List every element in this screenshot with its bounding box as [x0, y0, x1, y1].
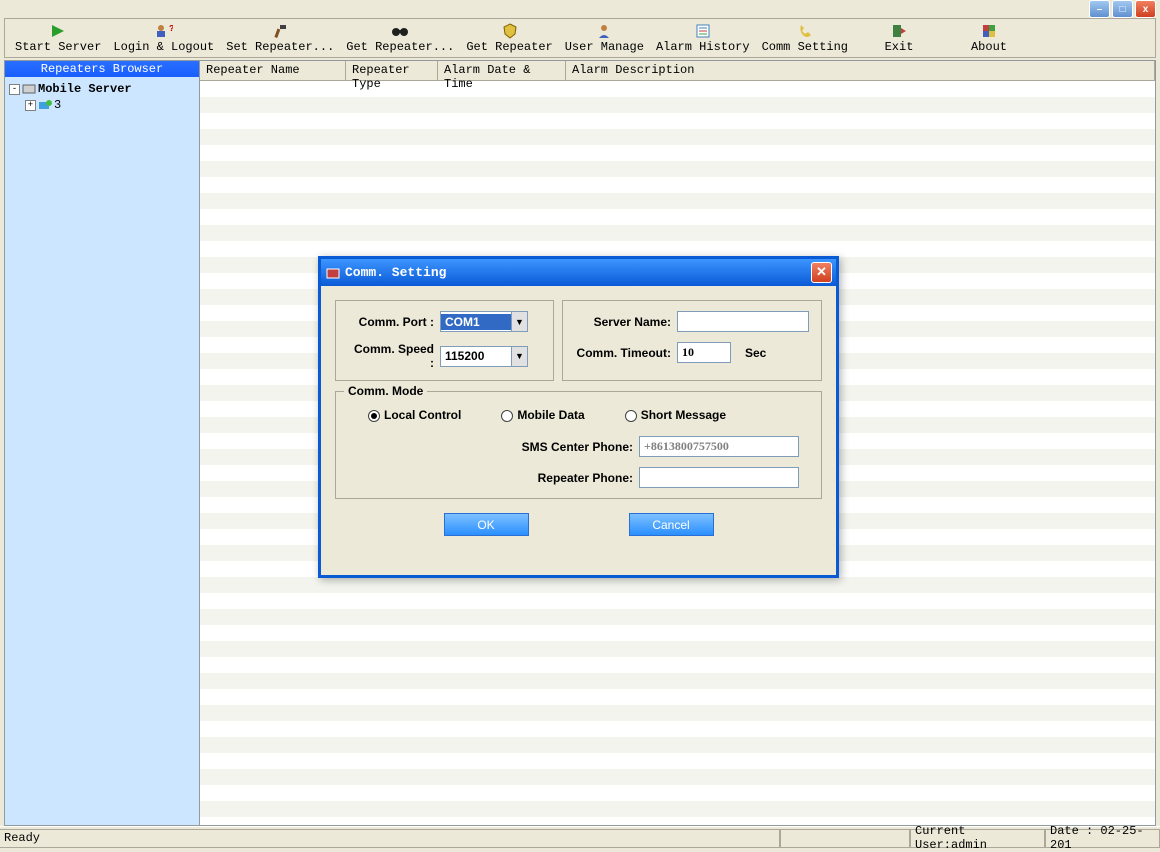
- get-repeater-button[interactable]: Get Repeater: [460, 19, 558, 57]
- svg-text:?: ?: [169, 24, 173, 34]
- login-logout-button[interactable]: ? Login & Logout: [107, 19, 220, 57]
- hammer-icon: [271, 22, 289, 40]
- shield-icon: [501, 22, 519, 40]
- col-alarm-description[interactable]: Alarm Description: [566, 61, 1155, 81]
- radio-icon: [625, 410, 637, 422]
- sec-label: Sec: [745, 346, 766, 360]
- tree-child-label: 3: [54, 98, 61, 112]
- dialog-title: Comm. Setting: [345, 265, 446, 280]
- tree-root[interactable]: - Mobile Server: [9, 81, 195, 97]
- status-ready: Ready: [0, 829, 780, 848]
- status-date: Date : 02-25-201: [1045, 829, 1160, 848]
- sms-center-input: [639, 436, 799, 457]
- toolbar-label: Alarm History: [656, 40, 750, 54]
- toolbar-label: Set Repeater...: [226, 40, 334, 54]
- sidebar-header: Repeaters Browser: [5, 61, 199, 77]
- comm-speed-label: Comm. Speed :: [348, 342, 434, 370]
- radio-icon: [501, 410, 513, 422]
- play-icon: [49, 22, 67, 40]
- about-button[interactable]: About: [944, 19, 1034, 57]
- chevron-down-icon[interactable]: ▼: [511, 347, 527, 366]
- col-alarm-datetime[interactable]: Alarm Date & Time: [438, 61, 566, 81]
- toolbar-label: Start Server: [15, 40, 101, 54]
- toolbar-label: User Manage: [565, 40, 644, 54]
- repeater-phone-input: [639, 467, 799, 488]
- col-repeater-name[interactable]: Repeater Name: [200, 61, 346, 81]
- toolbar-label: Get Repeater: [466, 40, 552, 54]
- binoculars-icon: [391, 22, 409, 40]
- comm-port-panel: Comm. Port : COM1 ▼ Comm. Speed : 115200…: [335, 300, 554, 381]
- sms-center-label: SMS Center Phone:: [373, 440, 633, 454]
- dialog-titlebar[interactable]: Comm. Setting ✕: [321, 259, 836, 286]
- flag-icon: [980, 22, 998, 40]
- window-controls: – □ x: [1089, 0, 1160, 18]
- comm-mode-fieldset: Comm. Mode Local Control Mobile Data Sho…: [335, 391, 822, 499]
- tree-root-label: Mobile Server: [38, 82, 132, 96]
- dialog-body: Comm. Port : COM1 ▼ Comm. Speed : 115200…: [321, 286, 836, 550]
- expand-icon[interactable]: +: [25, 100, 36, 111]
- user-manage-button[interactable]: User Manage: [559, 19, 650, 57]
- minimize-button[interactable]: –: [1089, 0, 1110, 18]
- col-repeater-type[interactable]: Repeater Type: [346, 61, 438, 81]
- server-name-input[interactable]: [677, 311, 809, 332]
- cancel-button[interactable]: Cancel: [629, 513, 714, 536]
- status-user: Current User:admin: [910, 829, 1045, 848]
- main-toolbar: Start Server ? Login & Logout Set Repeat…: [4, 18, 1156, 58]
- start-server-button[interactable]: Start Server: [9, 19, 107, 57]
- comm-setting-dialog: Comm. Setting ✕ Comm. Port : COM1 ▼ Comm…: [318, 256, 839, 578]
- repeater-phone-label: Repeater Phone:: [373, 471, 633, 485]
- comm-mode-legend: Comm. Mode: [344, 384, 427, 398]
- table-header: Repeater Name Repeater Type Alarm Date &…: [200, 61, 1155, 81]
- sidebar: Repeaters Browser - Mobile Server + 3: [4, 60, 200, 826]
- comm-port-value: COM1: [441, 314, 511, 330]
- toolbar-label: Exit: [885, 40, 914, 54]
- get-repeater-dots-button[interactable]: Get Repeater...: [340, 19, 460, 57]
- toolbar-label: Comm Setting: [762, 40, 848, 54]
- tree-child[interactable]: + 3: [9, 97, 195, 113]
- alarm-history-button[interactable]: Alarm History: [650, 19, 756, 57]
- chevron-down-icon[interactable]: ▼: [511, 312, 527, 331]
- node-icon: [38, 98, 52, 112]
- toolbar-label: Get Repeater...: [346, 40, 454, 54]
- status-empty: [780, 829, 910, 848]
- exit-button[interactable]: Exit: [854, 19, 944, 57]
- close-button[interactable]: x: [1135, 0, 1156, 18]
- toolbar-label: Login & Logout: [113, 40, 214, 54]
- collapse-icon[interactable]: -: [9, 84, 20, 95]
- radio-label: Mobile Data: [517, 408, 584, 422]
- list-icon: [694, 22, 712, 40]
- maximize-button[interactable]: □: [1112, 0, 1133, 18]
- server-panel: Server Name: Comm. Timeout: Sec: [562, 300, 822, 381]
- phone-icon: [796, 22, 814, 40]
- exit-icon: [890, 22, 908, 40]
- radio-short-message[interactable]: Short Message: [625, 408, 726, 422]
- dialog-close-button[interactable]: ✕: [811, 262, 832, 283]
- toolbar-label: About: [971, 40, 1007, 54]
- tree-view[interactable]: - Mobile Server + 3: [5, 77, 199, 825]
- status-bar: Ready Current User:admin Date : 02-25-20…: [0, 826, 1160, 849]
- comm-timeout-label: Comm. Timeout:: [575, 346, 671, 360]
- comm-port-combo[interactable]: COM1 ▼: [440, 311, 528, 332]
- comm-speed-combo[interactable]: 115200 ▼: [440, 346, 528, 367]
- comm-timeout-input[interactable]: [677, 342, 731, 363]
- server-icon: [22, 82, 36, 96]
- comm-port-label: Comm. Port :: [348, 315, 434, 329]
- radio-local-control[interactable]: Local Control: [368, 408, 461, 422]
- user-icon: [595, 22, 613, 40]
- radio-label: Local Control: [384, 408, 461, 422]
- ok-button[interactable]: OK: [444, 513, 529, 536]
- radio-label: Short Message: [641, 408, 726, 422]
- set-repeater-button[interactable]: Set Repeater...: [220, 19, 340, 57]
- people-icon: ?: [155, 22, 173, 40]
- server-name-label: Server Name:: [575, 315, 671, 329]
- comm-speed-value: 115200: [441, 349, 511, 363]
- radio-icon: [368, 410, 380, 422]
- comm-setting-button[interactable]: Comm Setting: [756, 19, 854, 57]
- radio-mobile-data[interactable]: Mobile Data: [501, 408, 584, 422]
- dialog-icon: [325, 265, 341, 281]
